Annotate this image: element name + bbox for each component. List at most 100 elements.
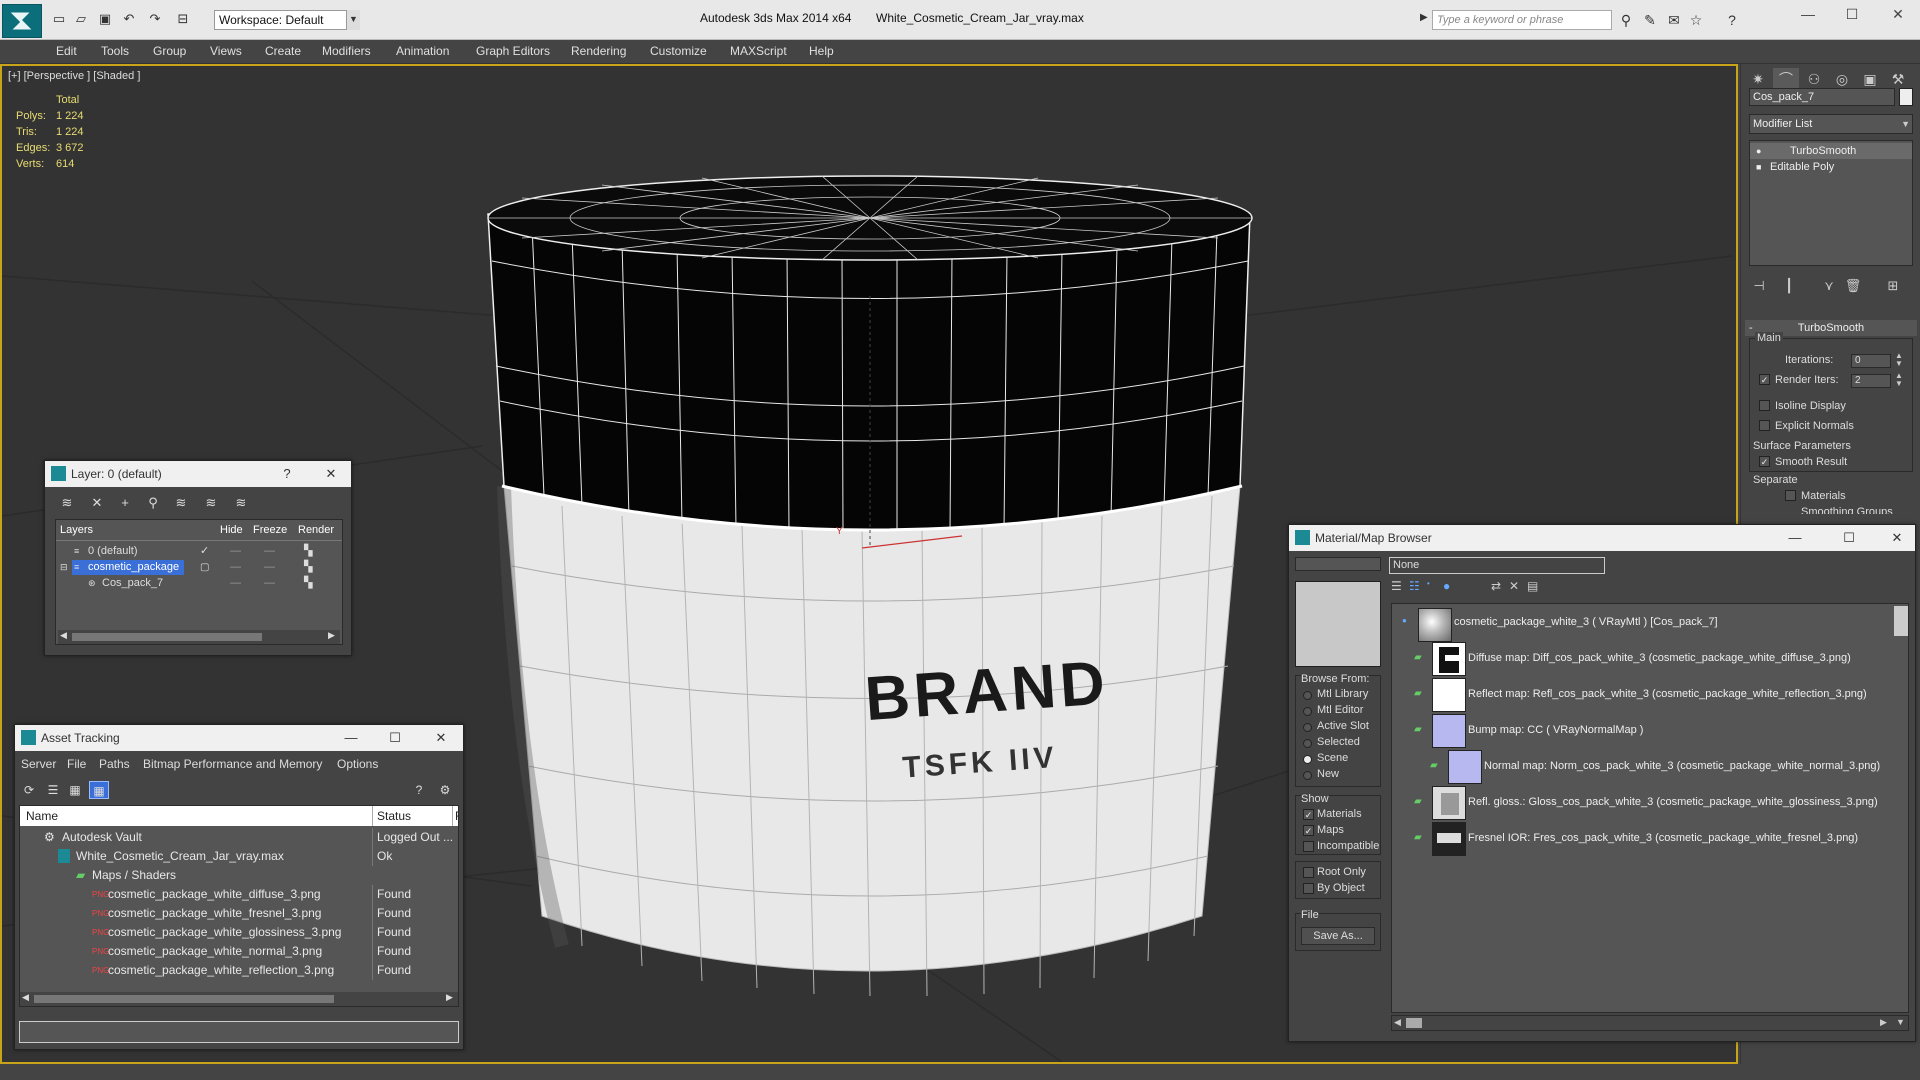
search-input[interactable]: Type a keyword or phrase — [1432, 10, 1612, 30]
subscription-icon[interactable]: ✎ — [1640, 10, 1660, 30]
horizontal-scrollbar[interactable]: ◀ ▶ — [58, 630, 340, 644]
close-icon[interactable]: ✕ — [1885, 528, 1909, 548]
extra-column-header[interactable]: F — [452, 806, 458, 826]
radio-mtl-library[interactable] — [1303, 691, 1312, 700]
material-tree[interactable]: ● cosmetic_package_white_3 ( VRayMtl ) [… — [1391, 603, 1909, 1013]
layer-list[interactable]: Layers Hide Freeze Render ≡ 0 (default) … — [55, 519, 343, 645]
scroll-right-icon[interactable]: ▶ — [328, 630, 335, 641]
viewport-label-menu[interactable]: [+] [Perspective ] [Shaded ] — [8, 70, 140, 82]
layer-row-cos-pack-7[interactable]: ⊛ Cos_pack_7 — — ▚ — [58, 576, 340, 591]
iterations-spinner[interactable]: 0 — [1851, 354, 1891, 368]
asset-row-vault[interactable]: ⚙ Autodesk Vault Logged Out ... — [20, 828, 458, 847]
menu-animation[interactable]: Animation — [396, 44, 449, 58]
maximize-icon[interactable]: ☐ — [1838, 6, 1866, 26]
object-name-field[interactable]: Cos_pack_7 — [1749, 88, 1895, 106]
scroll-right-icon[interactable]: ▶ — [1880, 1017, 1887, 1028]
modify-tab-icon[interactable]: ⌒ — [1773, 68, 1799, 90]
asset-row-maps-shaders[interactable]: ▰ Maps / Shaders — [20, 866, 458, 885]
render-iters-checkbox[interactable]: ✓ — [1759, 374, 1770, 385]
hide-toggle[interactable]: — — [230, 544, 241, 559]
new-file-icon[interactable]: ▭ — [50, 11, 68, 27]
hide-all-layers-icon[interactable]: ≋ — [201, 493, 221, 513]
at-menu-paths[interactable]: Paths — [99, 757, 130, 771]
binoculars-icon[interactable]: ⚲ — [1616, 10, 1636, 30]
menu-group[interactable]: Group — [153, 44, 186, 58]
add-to-layer-icon[interactable]: + — [115, 493, 135, 513]
asset-row-max-file[interactable]: White_Cosmetic_Cream_Jar_vray.max Ok — [20, 847, 458, 866]
scrollbar-thumb[interactable] — [1406, 1018, 1422, 1028]
layer-row-cosmetic-package[interactable]: ⊟ ≡ cosmetic_package ▢ — — ▚ — [58, 560, 340, 575]
menu-edit[interactable]: Edit — [56, 44, 77, 58]
undo-icon[interactable]: ↶ — [120, 11, 138, 27]
thumbnail-view-icon[interactable]: ▦ — [65, 781, 85, 799]
app-logo-icon[interactable] — [2, 4, 42, 38]
tree-view-icon[interactable]: ☷ — [1409, 579, 1420, 593]
maps-checkbox[interactable]: ✓ — [1303, 825, 1314, 836]
minimize-icon[interactable]: — — [1794, 6, 1822, 26]
refresh-icon[interactable]: ⟳ — [19, 781, 39, 799]
smooth-result-checkbox[interactable]: ✓ — [1759, 456, 1770, 467]
at-menu-server[interactable]: Server — [21, 757, 56, 771]
active-checkmark-icon[interactable]: ✓ — [200, 544, 209, 559]
menu-views[interactable]: Views — [210, 44, 242, 58]
asset-row-diffuse[interactable]: PNG cosmetic_package_white_diffuse_3.png… — [20, 885, 458, 904]
save-as-button[interactable]: Save As... — [1301, 927, 1375, 945]
make-unique-icon[interactable]: ⋎ — [1819, 276, 1839, 296]
freeze-toggle[interactable]: — — [264, 544, 275, 559]
at-menu-bitmap-performance[interactable]: Bitmap Performance and Memory — [143, 757, 322, 771]
help-icon[interactable]: ? — [275, 464, 299, 484]
asset-row-reflection[interactable]: PNG cosmetic_package_white_reflection_3.… — [20, 961, 458, 980]
incompatible-checkbox[interactable] — [1303, 841, 1314, 852]
menu-create[interactable]: Create — [265, 44, 301, 58]
maximize-icon[interactable]: ☐ — [1837, 528, 1861, 548]
freeze-column-header[interactable]: Freeze — [253, 524, 287, 536]
scroll-left-icon[interactable]: ◀ — [22, 992, 29, 1003]
node-icon[interactable]: • — [1427, 579, 1430, 588]
tree-node-diffuse[interactable]: Diffuse map: Diff_cos_pack_white_3 (cosm… — [1468, 652, 1851, 664]
layer-window-titlebar[interactable]: Layer: 0 (default) ? ✕ — [45, 461, 351, 487]
horizontal-scrollbar[interactable]: ◀ ▶ — [20, 992, 458, 1006]
minimize-icon[interactable]: — — [339, 728, 363, 748]
redo-icon[interactable]: ↷ — [146, 11, 164, 27]
freeze-all-layers-icon[interactable]: ≋ — [231, 493, 251, 513]
scrollbar-thumb[interactable] — [72, 633, 262, 641]
view-image-icon[interactable]: ▤ — [1527, 579, 1538, 593]
explicit-normals-checkbox[interactable] — [1759, 420, 1770, 431]
asset-path-input[interactable] — [19, 1021, 459, 1043]
favorites-star-icon[interactable]: ☆ — [1686, 10, 1706, 30]
maximize-icon[interactable]: ☐ — [383, 728, 407, 748]
pin-stack-icon[interactable]: ⊣ — [1749, 276, 1769, 296]
asset-list[interactable]: Name Status F ⚙ Autodesk Vault Logged Ou… — [19, 805, 459, 1007]
utilities-tab-icon[interactable]: ⚒ — [1885, 68, 1911, 90]
menu-rendering[interactable]: Rendering — [571, 44, 626, 58]
modifier-list-dropdown[interactable]: Modifier List ▼ — [1749, 114, 1913, 134]
at-menu-file[interactable]: File — [67, 757, 86, 771]
radio-selected[interactable] — [1303, 739, 1312, 748]
workspace-dropdown[interactable]: Workspace: Default — [214, 10, 360, 30]
hierarchy-tab-icon[interactable]: ⚇ — [1801, 68, 1827, 90]
tree-node-fresnel[interactable]: Fresnel IOR: Fres_cos_pack_white_3 (cosm… — [1468, 832, 1858, 844]
menu-graph-editors[interactable]: Graph Editors — [476, 44, 550, 58]
hide-toggle[interactable]: — — [230, 576, 241, 591]
configure-modifier-sets-icon[interactable]: ⊞ — [1883, 276, 1903, 296]
menu-help[interactable]: Help — [809, 44, 834, 58]
material-name-field[interactable]: None — [1389, 557, 1605, 574]
expand-icon[interactable]: ● — [1402, 616, 1407, 625]
asset-row-fresnel[interactable]: PNG cosmetic_package_white_fresnel_3.png… — [20, 904, 458, 923]
bulb-icon[interactable]: ● — [1756, 143, 1761, 159]
help-icon[interactable]: ? — [409, 781, 429, 799]
expand-icon[interactable]: ⊟ — [60, 560, 68, 575]
open-file-icon[interactable]: ▱ — [72, 11, 90, 27]
spinner-arrows-icon[interactable]: ▲ ▼ — [1895, 372, 1903, 388]
radio-new[interactable] — [1303, 771, 1312, 780]
asset-row-normal[interactable]: PNG cosmetic_package_white_normal_3.png … — [20, 942, 458, 961]
freeze-toggle[interactable]: — — [264, 560, 275, 575]
options-help-icon[interactable]: ⚙ — [435, 781, 455, 799]
close-icon[interactable]: ✕ — [319, 464, 343, 484]
scrollbar-thumb[interactable] — [34, 995, 334, 1003]
set-current-icon[interactable]: ▢ — [200, 560, 209, 575]
horizontal-scrollbar[interactable]: ◀ ▶ ▼ — [1391, 1015, 1909, 1031]
list-view-icon[interactable]: ☰ — [43, 781, 63, 799]
name-column-header[interactable]: Name — [26, 809, 58, 823]
motion-tab-icon[interactable]: ◎ — [1829, 68, 1855, 90]
